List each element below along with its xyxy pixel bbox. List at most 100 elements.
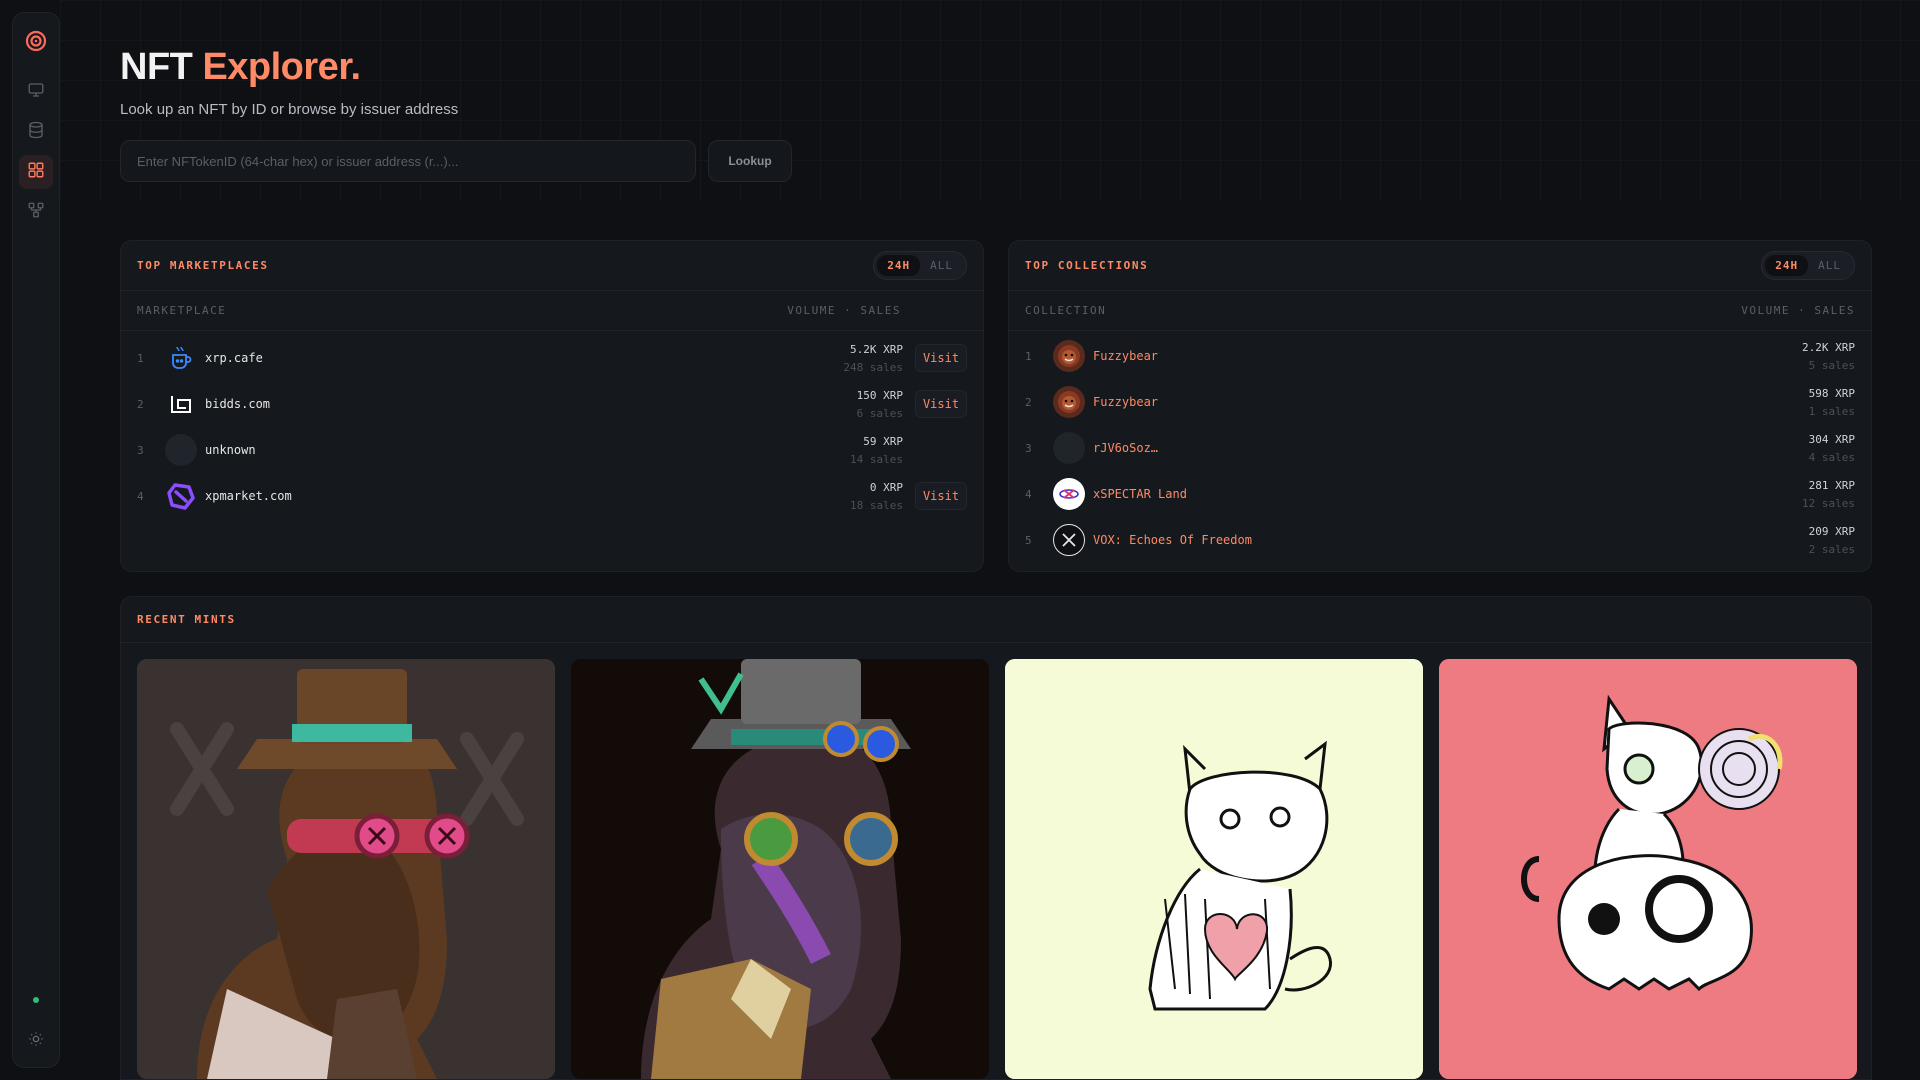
panel-title: TOP COLLECTIONS: [1025, 259, 1149, 272]
row-rank: 5: [1025, 533, 1032, 547]
row-sales: 6 sales: [856, 406, 903, 420]
nft-card[interactable]: [571, 659, 989, 1079]
collection-name[interactable]: xSPECTAR Land: [1093, 487, 1802, 501]
row-rank: 3: [137, 443, 144, 457]
toggle-all[interactable]: ALL: [920, 255, 963, 276]
toggle-24h[interactable]: 24H: [877, 255, 921, 276]
page-subtitle: Look up an NFT by ID or browse by issuer…: [120, 101, 459, 118]
visit-button[interactable]: Visit: [915, 482, 967, 510]
nft-card[interactable]: [137, 659, 555, 1079]
network-icon: [27, 201, 45, 224]
column-header-collection: COLLECTION: [1025, 304, 1107, 317]
search-bar: Lookup: [120, 140, 792, 182]
bidds-logo-icon: [165, 388, 197, 420]
blank-avatar-icon: [1053, 432, 1085, 464]
toggle-all[interactable]: ALL: [1808, 255, 1851, 276]
visit-button[interactable]: Visit: [915, 390, 967, 418]
row-stats: 598 XRP 1 sales: [1809, 387, 1855, 418]
marketplace-name: xpmarket.com: [205, 489, 292, 503]
page-title-main: NFT: [120, 46, 193, 88]
table-row[interactable]: 1 Fuzzybear 2.2K XRP 5 sales: [1009, 333, 1871, 379]
row-rank: 2: [1025, 395, 1032, 409]
toggle-24h[interactable]: 24H: [1765, 255, 1809, 276]
top-marketplaces-panel: TOP MARKETPLACES 24H ALL MARKETPLACE VOL…: [120, 240, 984, 572]
row-sales: 2 sales: [1808, 542, 1855, 556]
database-icon: [27, 121, 45, 144]
row-rank: 2: [137, 397, 144, 411]
row-stats: 209 XRP 2 sales: [1809, 525, 1855, 556]
sidebar-item-dashboard[interactable]: [19, 75, 53, 109]
visit-button[interactable]: Visit: [915, 344, 967, 372]
panel-title: TOP MARKETPLACES: [137, 259, 269, 272]
row-sales: 5 sales: [1808, 358, 1855, 372]
row-stats: 59 XRP 14 sales: [850, 435, 903, 466]
fuzzybear-avatar: [1053, 386, 1085, 418]
marketplace-name: xrp.cafe: [205, 351, 263, 365]
row-volume: 0 XRP: [869, 480, 903, 494]
row-rank: 1: [137, 351, 144, 365]
table-row[interactable]: 4 xpmarket.com 0 XRP 18 sales Visit: [121, 473, 983, 519]
grid-icon: [27, 161, 45, 184]
table-row[interactable]: 3 rJV6oSoz… 304 XRP 4 sales: [1009, 425, 1871, 471]
marketplace-name: bidds.com: [205, 397, 271, 411]
fuzzybear-avatar: [1053, 340, 1085, 372]
row-stats: 150 XRP 6 sales: [857, 389, 903, 420]
page-header: NFT Explorer. Look up an NFT by ID or br…: [120, 46, 458, 118]
sidebar-item-ledger[interactable]: [19, 115, 53, 149]
row-stats: 2.2K XRP 5 sales: [1802, 341, 1855, 372]
sidebar-item-network[interactable]: [19, 195, 53, 229]
blank-avatar-icon: [165, 434, 197, 466]
monitor-icon: [27, 81, 45, 104]
collection-name[interactable]: rJV6oSoz…: [1093, 441, 1809, 455]
nft-card[interactable]: [1005, 659, 1423, 1079]
row-rank: 3: [1025, 441, 1032, 455]
panel-title: RECENT MINTS: [137, 613, 236, 626]
row-volume: 281 XRP: [1808, 478, 1855, 492]
time-range-toggle: 24H ALL: [873, 251, 967, 280]
row-volume: 59 XRP: [863, 434, 903, 448]
table-row[interactable]: 2 Fuzzybear 598 XRP 1 sales: [1009, 379, 1871, 425]
status-dot: [33, 997, 39, 1003]
sun-icon[interactable]: [26, 1029, 46, 1049]
row-volume: 209 XRP: [1808, 524, 1855, 538]
table-row[interactable]: 2 bidds.com 150 XRP 6 sales Visit: [121, 381, 983, 427]
marketplace-name: unknown: [205, 443, 256, 457]
visit-placeholder: [915, 436, 967, 464]
table-row[interactable]: 1 xrp.cafe 5.2K XRP 248 sales Visit: [121, 335, 983, 381]
row-rank: 1: [1025, 349, 1032, 363]
nft-card[interactable]: [1439, 659, 1857, 1079]
collection-name[interactable]: Fuzzybear: [1093, 349, 1802, 363]
row-stats: 304 XRP 4 sales: [1809, 433, 1855, 464]
row-sales: 12 sales: [1802, 496, 1855, 510]
app-logo-icon[interactable]: [24, 29, 48, 53]
sidebar-item-nft[interactable]: [19, 155, 53, 189]
row-volume: 2.2K XRP: [1802, 340, 1855, 354]
row-volume: 5.2K XRP: [850, 342, 903, 356]
page-title-accent: Explorer.: [202, 46, 361, 88]
table-row[interactable]: 3 unknown 59 XRP 14 sales: [121, 427, 983, 473]
collection-name[interactable]: VOX: Echoes Of Freedom: [1093, 533, 1809, 547]
sidebar: [12, 12, 60, 1068]
recent-mints-panel: RECENT MINTS: [120, 596, 1872, 1080]
steampunk-horse-blue-goggles: [571, 659, 989, 1079]
row-stats: 0 XRP 18 sales: [850, 481, 903, 512]
sketch-cat-heart: [1005, 659, 1423, 1079]
table-row[interactable]: 4 xSPECTAR Land 281 XRP 12 sales: [1009, 471, 1871, 517]
row-volume: 304 XRP: [1808, 432, 1855, 446]
column-header-marketplace: MARKETPLACE: [137, 304, 227, 317]
row-stats: 281 XRP 12 sales: [1802, 479, 1855, 510]
coffee-cup-icon: [165, 342, 197, 374]
row-stats: 5.2K XRP 248 sales: [843, 343, 903, 374]
mints-grid: [137, 659, 1857, 1079]
collection-name[interactable]: Fuzzybear: [1093, 395, 1809, 409]
xpmarket-logo-icon: [165, 480, 197, 512]
row-sales: 14 sales: [850, 452, 903, 466]
column-header-stats: VOLUME · SALES: [1741, 304, 1855, 317]
row-volume: 150 XRP: [856, 388, 903, 402]
table-row[interactable]: 5 VOX: Echoes Of Freedom 209 XRP 2 sales: [1009, 517, 1871, 563]
search-input[interactable]: [120, 140, 696, 182]
lookup-button[interactable]: Lookup: [708, 140, 792, 182]
x-circle-logo: [1053, 524, 1085, 556]
xspectar-logo: [1053, 478, 1085, 510]
row-rank: 4: [1025, 487, 1032, 501]
